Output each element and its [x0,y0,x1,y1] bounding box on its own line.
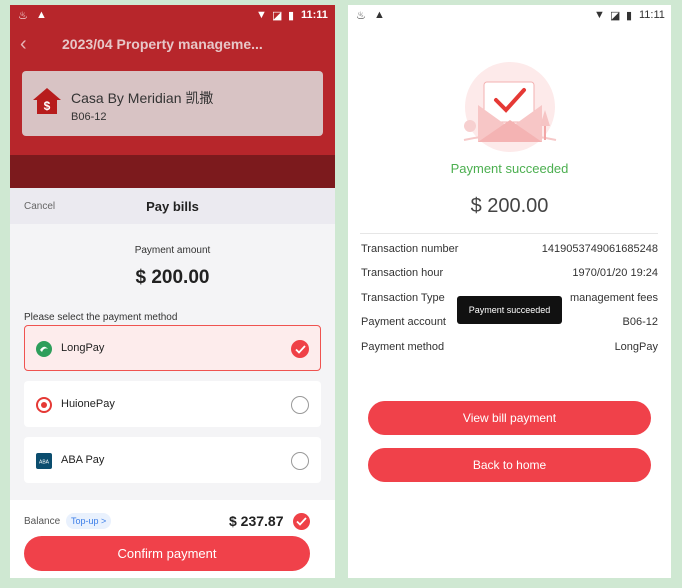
page-title: 2023/04 Property manageme... [62,36,263,52]
paid-amount: $ 200.00 [470,195,549,217]
signal-icon: ◪ [610,10,621,22]
envelope-check-icon [463,62,557,152]
photo-notification-icon: ▲ [374,9,385,21]
signal-icon: ◪ [272,10,283,22]
header-shadow [10,155,335,188]
status-time: 11:11 [639,9,665,21]
payment-success-text: Payment succeeded [450,161,569,176]
detail-row: Transaction number 1419053749061685248 [361,243,658,259]
payment-result-screen: ♨ ▲ ▼ ◪ ▮ 11:11 Payment succeeded $ 200.… [348,5,671,578]
back-to-home-button[interactable]: Back to home [368,448,651,482]
toast-message: Payment succeeded [457,296,562,324]
payment-amount-value: $ 200.00 [135,267,210,288]
property-name: Casa By Meridian 凯撒 [71,90,214,106]
detail-label: Transaction Type [361,292,445,304]
wifi-icon: ▼ [594,9,605,21]
longpay-icon [36,341,52,357]
battery-icon: ▮ [288,10,295,22]
app-notification-icon: ♨ [18,10,28,22]
selected-check-icon[interactable] [291,340,309,358]
photo-notification-icon: ▲ [36,9,47,21]
property-unit: B06-12 [71,111,107,123]
select-method-label: Please select the payment method [24,312,178,323]
app-notification-icon: ♨ [356,10,366,22]
huionepay-icon [36,397,52,413]
detail-label: Transaction hour [361,267,444,279]
wifi-icon: ▼ [256,9,267,21]
sheet-title: Pay bills [146,199,199,214]
status-time: 11:11 [301,9,328,21]
detail-row: Payment method LongPay [361,341,658,357]
payment-option-aba-pay[interactable]: ABA ABA Pay [24,437,321,483]
status-bar: ♨ ▲ ▼ ◪ ▮ 11:11 [10,5,335,27]
detail-value: 1419053749061685248 [541,243,658,255]
confirm-payment-button[interactable]: Confirm payment [24,536,310,571]
payment-option-label: LongPay [61,342,105,354]
balance-value: $ 237.87 [229,513,284,529]
detail-value: management fees [569,292,658,304]
battery-icon: ▮ [626,10,633,22]
payment-option-label: HuionePay [61,398,115,410]
balance-label: Balance [24,516,61,527]
payment-option-huionepay[interactable]: HuionePay [24,381,321,427]
payment-amount-label: Payment amount [134,245,211,256]
svg-text:ABA: ABA [39,460,50,466]
top-up-link[interactable]: Top-up > [66,513,112,529]
detail-value: LongPay [614,341,658,353]
detail-label: Payment account [361,316,446,328]
payment-option-longpay[interactable]: LongPay [24,325,321,371]
house-dollar-icon: $ [33,88,61,114]
balance-check-icon[interactable] [293,513,310,530]
back-arrow-icon[interactable]: ‹ [20,33,27,56]
detail-label: Transaction number [361,243,459,255]
detail-label: Payment method [361,341,445,353]
detail-value: B06-12 [622,316,658,328]
view-bill-payment-button[interactable]: View bill payment [368,401,651,435]
radio-button[interactable] [291,396,309,414]
radio-button[interactable] [291,452,309,470]
payment-option-label: ABA Pay [61,454,105,466]
detail-row: Transaction hour 1970/01/20 19:24 [361,267,658,283]
detail-value: 1970/01/20 19:24 [572,267,658,279]
divider [360,233,658,234]
svg-text:$: $ [44,99,51,113]
pay-bills-screen: ♨ ▲ ▼ ◪ ▮ 11:11 ‹ 2023/04 Property manag… [10,5,335,578]
status-bar: ♨ ▲ ▼ ◪ ▮ 11:11 [348,5,671,27]
aba-pay-icon: ABA [36,453,52,469]
property-card: $ Casa By Meridian 凯撒 B06-12 [22,71,323,136]
